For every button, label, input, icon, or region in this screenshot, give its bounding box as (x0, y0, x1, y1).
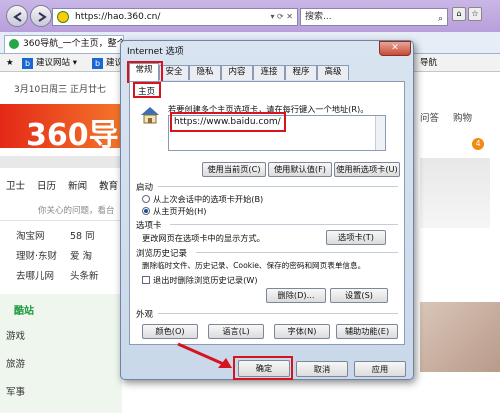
use-new-tab-button[interactable]: 使用新选项卡(U) (334, 162, 400, 177)
startup-last-session-radio[interactable]: 从上次会话中的选项卡开始(B) (142, 193, 263, 205)
site-link[interactable]: 头条新 (70, 268, 124, 282)
internet-options-dialog: Internet 选项 ✕ 常规 安全 隐私 内容 连接 程序 高级 主页 若要… (120, 40, 414, 380)
site-nav: 卫士 日历 新闻 教育 (6, 178, 127, 192)
general-tab-panel: 主页 若要创建多个主页选项卡，请在每行键入一个地址(R)。 https://ww… (129, 81, 405, 345)
favorites-star-icon[interactable]: ☆ (468, 7, 482, 21)
site-link[interactable]: 理财·东财 (16, 248, 70, 262)
dialog-title: Internet 选项 (127, 47, 184, 57)
use-current-button[interactable]: 使用当前页(C) (202, 162, 266, 177)
nav-item[interactable]: 卫士 (6, 181, 25, 192)
date-text: 3月10日周三 正月廿七 (14, 85, 107, 95)
cool-site-link[interactable]: 旅游 (6, 356, 25, 370)
site-logo[interactable]: 360导 (0, 104, 130, 153)
browser-titlebar: https://hao.360.cn/ ▾ ⟳ ✕ 搜索... ⌕ ⌂ ☆ (0, 0, 500, 32)
home-icon (141, 107, 159, 124)
back-button[interactable] (6, 5, 28, 27)
highlight-ok-button (233, 356, 293, 380)
highlight-homepage-url (170, 112, 286, 132)
tab-general[interactable]: 常规 (129, 63, 159, 81)
apply-button[interactable]: 应用 (354, 361, 406, 377)
tab-title: 360导航_一个主页，整个世 (23, 39, 124, 49)
site-link[interactable]: 58 同 (70, 228, 124, 242)
browser-tab[interactable]: 360导航_一个主页，整个世 (4, 35, 124, 53)
tab-security[interactable]: 安全 (159, 65, 189, 80)
site-favicon-icon (57, 11, 69, 23)
history-section-label: 浏览历史记录 (136, 249, 188, 259)
tabs-section-label: 选项卡 (136, 221, 162, 231)
search-icon[interactable]: ⌕ (438, 11, 443, 27)
delete-history-button[interactable]: 删除(D)... (266, 288, 326, 303)
home-icon[interactable]: ⌂ (452, 7, 466, 21)
startup-section-label: 启动 (136, 183, 154, 193)
search-placeholder: 搜索... (305, 12, 332, 22)
link-row: 淘宝网 58 同 (16, 228, 124, 242)
hint-text: 你关心的问题，看台 (38, 206, 115, 216)
history-description: 删除临时文件、历史记录、Cookie、保存的密码和网页表单信息。 (142, 261, 366, 270)
tab-favicon-icon (9, 39, 19, 49)
right-tabs: 问答 购物 (420, 110, 486, 124)
nav-item[interactable]: 新闻 (68, 181, 87, 192)
forward-arrow-icon (38, 12, 47, 22)
back-arrow-icon (13, 12, 22, 22)
cool-site-link[interactable]: 军事 (6, 384, 25, 398)
tab-connections[interactable]: 连接 (253, 65, 285, 80)
tab-advanced[interactable]: 高级 (317, 65, 349, 80)
search-box[interactable]: 搜索... ⌕ (300, 8, 448, 26)
forward-button[interactable] (30, 5, 52, 27)
tab-content[interactable]: 内容 (221, 65, 253, 80)
blurred-image (420, 158, 490, 228)
languages-button[interactable]: 语言(L) (208, 324, 264, 339)
cool-site-link[interactable]: 游戏 (6, 328, 25, 342)
cool-sites-title: 酷站 (14, 306, 34, 317)
site-link[interactable]: 淘宝网 (16, 228, 70, 242)
link-row: 去哪儿网 头条新 (16, 268, 124, 282)
annotation-arrow-icon (177, 342, 232, 368)
address-actions-icon[interactable]: ▾ ⟳ ✕ (270, 9, 293, 25)
toolbar-icons: ⌂ ☆ (452, 7, 484, 21)
notification-badge: 4 (472, 138, 484, 150)
blurred-region (0, 156, 130, 168)
site-link[interactable]: 爱 淘 (70, 248, 124, 262)
startup-homepage-radio[interactable]: 从主页开始(H) (142, 205, 206, 217)
right-tab[interactable]: 问答 (420, 113, 439, 124)
fonts-button[interactable]: 字体(N) (274, 324, 330, 339)
accessibility-button[interactable]: 辅助功能(E) (336, 324, 398, 339)
tab-privacy[interactable]: 隐私 (189, 65, 221, 80)
tabs-settings-button[interactable]: 选项卡(T) (326, 230, 386, 245)
history-settings-button[interactable]: 设置(S) (330, 288, 388, 303)
fav-item[interactable]: b 建议网站 ▾ (22, 56, 77, 70)
fav-item-nav[interactable]: 导航 (420, 56, 437, 70)
tab-programs[interactable]: 程序 (285, 65, 317, 80)
divider (158, 313, 398, 314)
nav-item[interactable]: 日历 (37, 181, 56, 192)
link-row: 理财·东财爱 淘 (16, 248, 124, 262)
cancel-button[interactable]: 取消 (296, 361, 348, 377)
address-bar[interactable]: https://hao.360.cn/ ▾ ⟳ ✕ (52, 8, 298, 26)
divider (158, 186, 398, 187)
url-scrollbar[interactable] (375, 116, 385, 150)
divider (170, 224, 398, 225)
nav-item[interactable]: 教育 (99, 181, 118, 192)
site-link[interactable]: 去哪儿网 (16, 268, 70, 282)
address-text: https://hao.360.cn/ (75, 12, 161, 22)
blurred-image (420, 302, 500, 372)
close-button[interactable]: ✕ (379, 41, 411, 56)
delete-history-on-exit-checkbox[interactable]: 退出时删除浏览历史记录(W) (142, 274, 258, 286)
highlight-homepage-label (133, 82, 161, 98)
divider (0, 220, 122, 221)
appearance-section-label: 外观 (136, 310, 154, 320)
use-default-button[interactable]: 使用默认值(F) (268, 162, 332, 177)
colors-button[interactable]: 颜色(O) (142, 324, 198, 339)
favorites-star-icon[interactable]: ★ (6, 56, 14, 70)
right-tab[interactable]: 购物 (453, 113, 472, 124)
tabs-description: 更改网页在选项卡中的显示方式。 (142, 233, 265, 243)
divider (196, 252, 398, 253)
cool-sites-panel: 酷站 游戏 旅游 军事 (0, 294, 122, 413)
